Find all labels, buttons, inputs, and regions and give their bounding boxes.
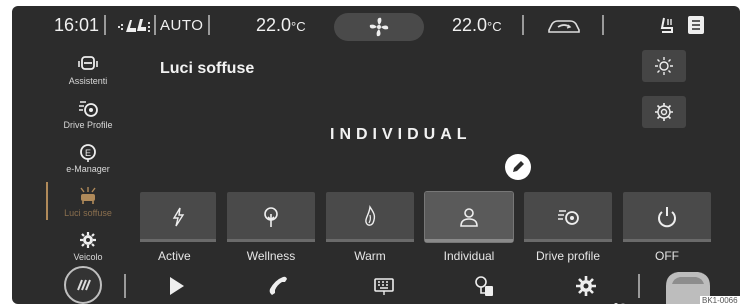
sidebar-item-label: Veicolo xyxy=(73,252,103,262)
tile-indicator xyxy=(524,239,612,242)
play-icon[interactable] xyxy=(164,274,188,298)
temperature-left-unit: °C xyxy=(291,19,306,34)
separator xyxy=(522,15,524,35)
tile-indicator xyxy=(326,239,414,242)
separator xyxy=(154,15,156,35)
sun-icon xyxy=(655,57,673,75)
reference-code: BK1-0066 xyxy=(700,296,740,305)
temperature-left[interactable]: 22.0°C xyxy=(256,15,306,36)
tile-label-wellness: Wellness xyxy=(246,249,296,263)
auto-climate-button[interactable]: AUTO xyxy=(160,14,203,38)
drive-profile-icon xyxy=(558,210,579,225)
current-mode-label: INDIVIDUAL xyxy=(330,126,472,143)
settings-icon[interactable] xyxy=(574,274,598,298)
tile-label-off: OFF xyxy=(655,249,679,263)
pencil-icon xyxy=(513,161,524,172)
tile-label-active: Active xyxy=(158,249,191,263)
sidebar-item-veicolo[interactable]: Veicolo xyxy=(42,230,134,262)
sidebar-item-label: Drive Profile xyxy=(63,120,113,130)
home-button[interactable] xyxy=(64,266,102,304)
vehicle-gear-icon xyxy=(80,232,96,248)
car-air-recirculation-icon[interactable] xyxy=(546,18,582,36)
tile-indicator xyxy=(227,239,315,242)
home-icon xyxy=(77,279,91,291)
menu-icon[interactable] xyxy=(688,16,704,34)
seat-heat-icon[interactable] xyxy=(658,16,676,36)
tile-indicator xyxy=(623,239,711,242)
power-icon xyxy=(658,207,676,228)
sidebar-item-assistenti[interactable]: Assistenti xyxy=(42,54,134,86)
active-indicator xyxy=(46,182,48,220)
separator xyxy=(124,274,126,298)
separator xyxy=(104,15,106,35)
temperature-right[interactable]: 22.0°C xyxy=(452,15,502,36)
tile-label-drive-profile: Drive profile xyxy=(535,249,601,263)
tree-icon xyxy=(264,207,278,227)
tile-warm[interactable] xyxy=(326,192,414,242)
drive-profile-icon xyxy=(79,101,98,117)
sidebar-item-label: Luci soffuse xyxy=(64,208,112,218)
sidebar-item-luci-soffuse[interactable]: Luci soffuse xyxy=(42,186,134,218)
sidebar-item-drive-profile[interactable]: Drive Profile xyxy=(42,98,134,130)
sidebar-item-label: e-Manager xyxy=(66,164,110,174)
person-icon xyxy=(460,208,478,227)
gear-icon xyxy=(655,103,673,121)
tile-active[interactable] xyxy=(140,192,216,242)
separator xyxy=(208,15,210,35)
keyboard-icon[interactable] xyxy=(372,274,396,298)
ambient-light-icon xyxy=(80,187,96,204)
sidebar: Assistenti Drive Profile E e-Manager Luc… xyxy=(42,46,134,268)
tile-off[interactable] xyxy=(623,192,711,242)
temperature-left-value: 22.0 xyxy=(256,15,292,35)
tile-wellness[interactable] xyxy=(227,192,315,242)
e-manager-icon: E xyxy=(80,144,96,162)
separator xyxy=(602,15,604,35)
settings-button[interactable] xyxy=(642,96,686,128)
sidebar-item-e-manager[interactable]: E e-Manager xyxy=(42,142,134,174)
tile-indicator xyxy=(425,239,513,242)
fan-button[interactable] xyxy=(334,13,424,41)
page-title: Luci soffuse xyxy=(160,60,255,77)
page-dot xyxy=(621,303,625,304)
page-indicator xyxy=(614,294,628,304)
brightness-button[interactable] xyxy=(642,50,686,82)
tile-drive-profile[interactable] xyxy=(524,192,612,242)
sidebar-item-label: Assistenti xyxy=(68,76,108,86)
tile-indicator xyxy=(140,239,216,242)
fan-icon xyxy=(369,17,389,37)
infotainment-screen: 16:01 AUTO 22.0°C 22.0°C Assistenti Driv… xyxy=(12,6,740,304)
temperature-right-unit: °C xyxy=(487,19,502,34)
edit-button[interactable] xyxy=(505,154,531,180)
flame-icon xyxy=(365,205,376,226)
phone-icon[interactable] xyxy=(266,274,290,298)
charging-icon[interactable] xyxy=(472,274,496,298)
svg-text:E: E xyxy=(85,148,91,158)
temperature-right-value: 22.0 xyxy=(452,15,488,35)
page-dot-active xyxy=(614,303,618,304)
separator xyxy=(638,274,640,298)
lightning-icon xyxy=(172,207,185,227)
status-bar: 16:01 AUTO 22.0°C 22.0°C xyxy=(12,6,740,46)
bottom-bar xyxy=(12,266,740,304)
tile-individual[interactable] xyxy=(424,191,514,243)
clock: 16:01 xyxy=(54,15,100,35)
tile-label-warm: Warm xyxy=(354,249,386,263)
tile-label-individual: Individual xyxy=(443,249,495,263)
seat-airflow-icon[interactable] xyxy=(116,16,152,36)
assist-icon xyxy=(78,56,98,70)
